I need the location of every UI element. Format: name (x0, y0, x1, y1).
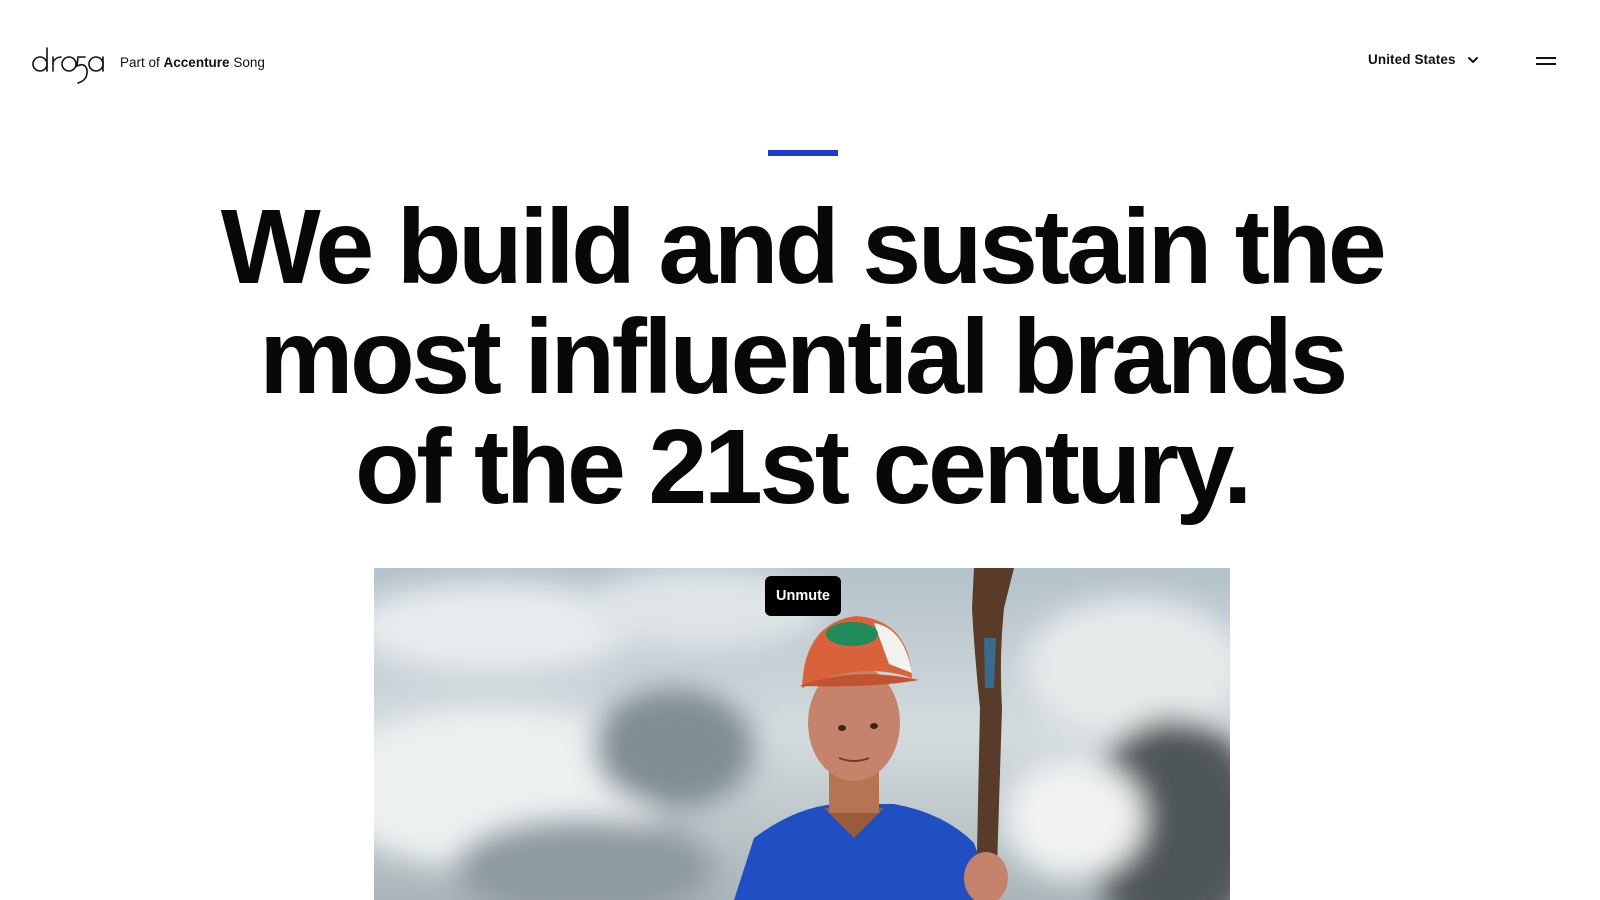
droga5-logo[interactable] (32, 44, 106, 90)
site-header: Part of Accenture Song United States (0, 0, 1600, 120)
logo-mark (32, 47, 104, 84)
chevron-down-icon (1467, 56, 1478, 63)
country-selector[interactable]: United States (1368, 52, 1480, 67)
tagline-prefix: Part of (120, 55, 160, 70)
country-selector-label: United States (1368, 52, 1456, 67)
hero-headline: We build and sustain the most influentia… (220, 188, 1387, 526)
tagline-suffix: Song (233, 55, 265, 70)
video-frame-image (374, 568, 1230, 900)
accent-bar (768, 150, 838, 156)
hamburger-menu-icon[interactable] (1536, 52, 1560, 70)
hero-video[interactable] (374, 568, 1230, 900)
tagline: Part of Accenture Song (120, 55, 265, 70)
unmute-button[interactable]: Unmute (765, 576, 841, 616)
tagline-brand: Accenture (163, 55, 230, 70)
